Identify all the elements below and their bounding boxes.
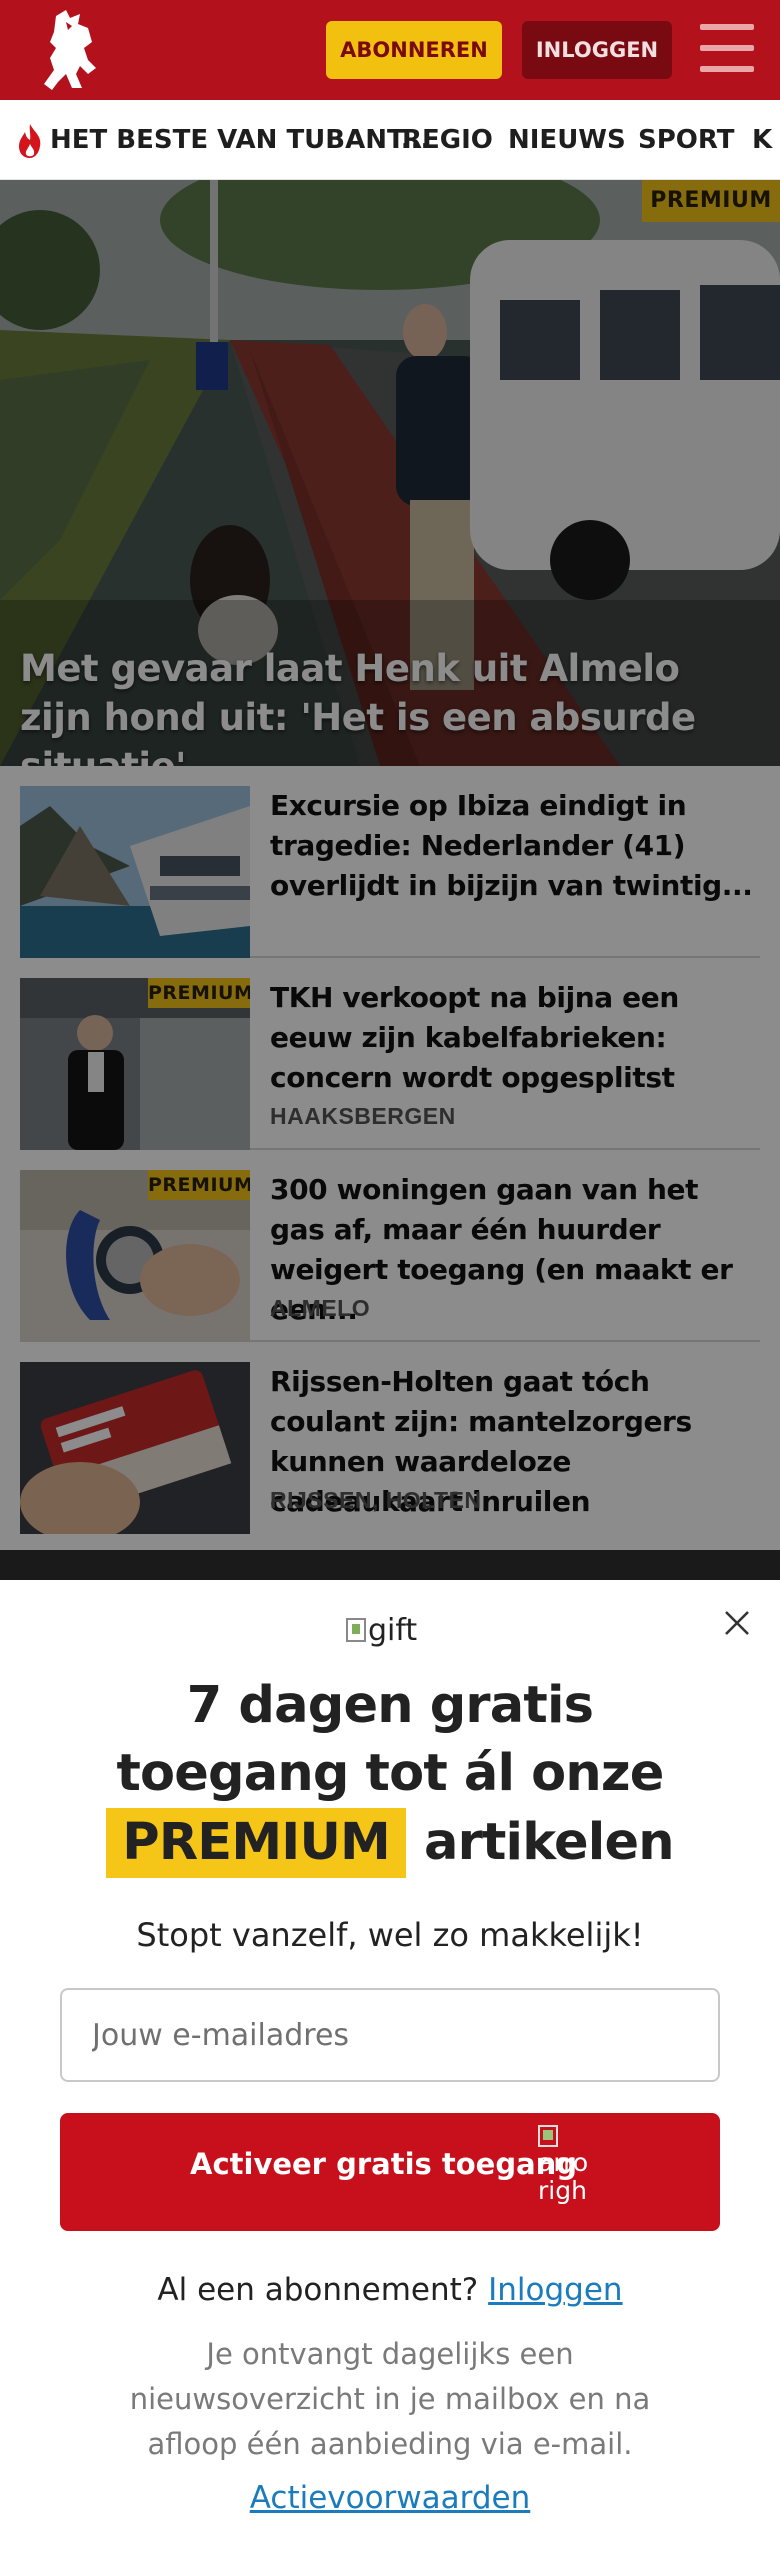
modal-headline-line1: 7 dagen gratis xyxy=(186,1676,594,1735)
arrow-alt-1: arro xyxy=(538,2148,589,2177)
already-text: Al een abonnement? xyxy=(157,2272,479,2308)
info-text: Je ontvangt dagelijks een nieuwsoverzich… xyxy=(129,2337,651,2461)
section-nav: HET BESTE VAN TUBANT... REGIO NIEUWS SPO… xyxy=(0,100,780,180)
next-section-strip xyxy=(0,1550,780,1580)
modal-subtitle: Stopt vanzelf, wel zo makkelijk! xyxy=(136,1916,644,1954)
subscribe-button[interactable]: ABONNEREN xyxy=(326,21,502,79)
hamburger-menu-icon[interactable] xyxy=(700,24,754,72)
activate-button[interactable]: Activeer gratis toegang arro righ xyxy=(60,2113,720,2231)
email-field[interactable] xyxy=(60,1988,720,2082)
tubantia-horse-logo[interactable] xyxy=(36,8,108,92)
activate-button-label: Activeer gratis toegang xyxy=(190,2147,578,2181)
headline-articles: artikelen xyxy=(424,1813,675,1872)
flame-icon xyxy=(19,124,41,158)
already-subscribed: Al een abonnement? Inloggen xyxy=(0,2272,780,2308)
modal-headline-line3: PREMIUM artikelen xyxy=(0,1808,780,1878)
modal-backdrop[interactable] xyxy=(0,180,780,1580)
modal-login-link[interactable]: Inloggen xyxy=(488,2272,622,2308)
nav-item-sport[interactable]: SPORT xyxy=(638,100,734,179)
terms-link[interactable]: Actievoorwaarden xyxy=(0,2480,780,2516)
login-button[interactable]: INLOGGEN xyxy=(522,21,672,79)
arrow-right-icon: arro righ xyxy=(538,2121,590,2221)
modal-headline-line2: toegang tot ál onze xyxy=(116,1744,664,1803)
top-header: ABONNEREN INLOGGEN xyxy=(0,0,780,100)
premium-highlight: PREMIUM xyxy=(106,1808,407,1878)
nav-item-best-of[interactable]: HET BESTE VAN TUBANT... xyxy=(50,100,430,179)
nav-item-nieuws[interactable]: NIEUWS xyxy=(508,100,626,179)
arrow-alt-2: righ xyxy=(538,2176,587,2205)
gift-icon: gift xyxy=(346,1612,417,1648)
gift-alt-text: gift xyxy=(368,1612,418,1648)
nav-item-k[interactable]: K xyxy=(752,100,772,179)
premium-trial-modal: gift 7 dagen gratis toegang tot ál onze … xyxy=(0,1580,780,2560)
close-icon[interactable] xyxy=(720,1606,754,1640)
nav-item-regio[interactable]: REGIO xyxy=(402,100,493,179)
